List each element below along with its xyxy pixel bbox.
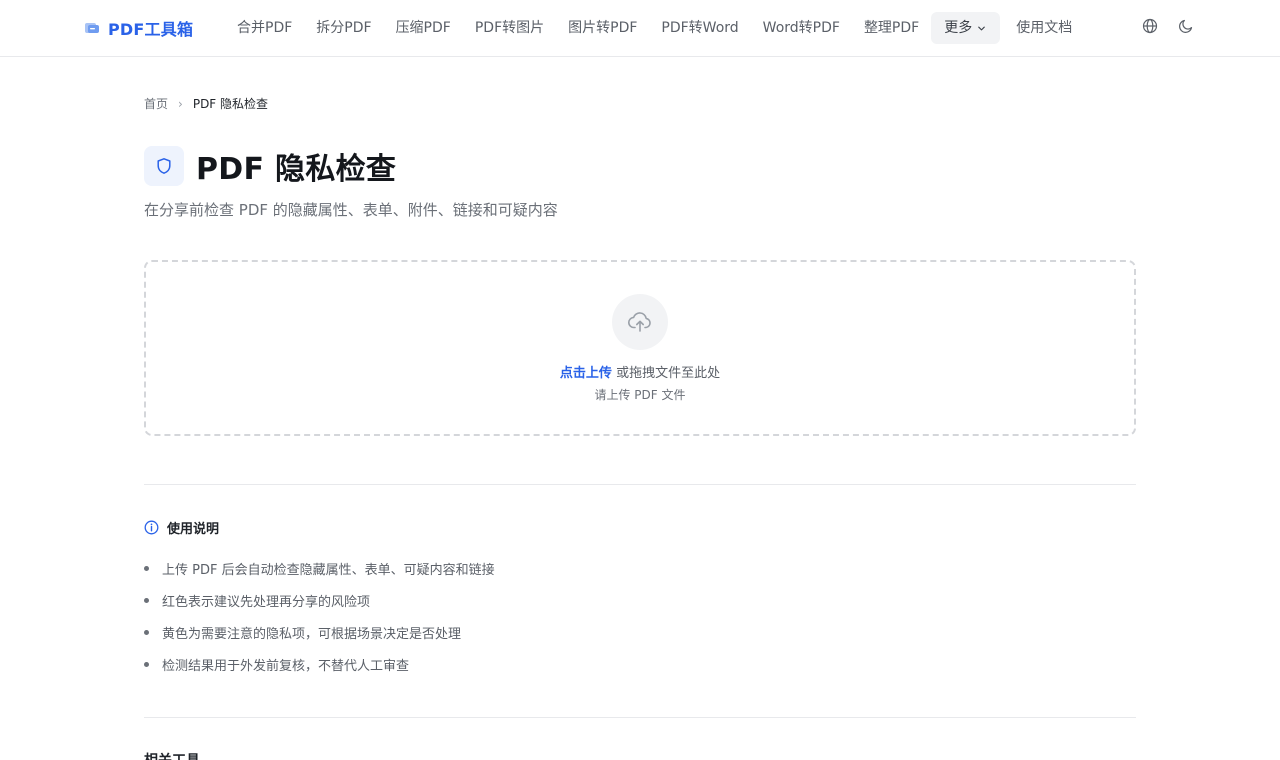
upload-hint: 请上传 PDF 文件 — [594, 388, 686, 402]
usage-item-text: 黄色为需要注意的隐私项，可根据场景决定是否处理 — [162, 626, 462, 642]
breadcrumb-home[interactable]: 首页 — [144, 95, 168, 112]
page-subtitle: 在分享前检查 PDF 的隐藏属性、表单、附件、链接和可疑内容 — [144, 201, 558, 219]
page-title: PDF 隐私检查 — [196, 152, 397, 187]
main-nav: 合并PDF 拆分PDF 压缩PDF PDF转图片 图片转PDF PDF转Word… — [225, 12, 1084, 44]
title-badge — [144, 146, 184, 186]
nav-item-organize[interactable]: 整理PDF — [852, 12, 931, 44]
upload-instruction: 点击上传 或拖拽文件至此处 — [146, 362, 1134, 381]
bullet — [144, 597, 149, 603]
related-tools-title: 相关工具 — [144, 750, 200, 760]
nav-item-docs[interactable]: 使用文档 — [1004, 12, 1084, 44]
bullet — [144, 565, 149, 571]
breadcrumb-current: PDF 隐私检查 — [192, 97, 269, 111]
list-item: 上传 PDF 后会自动检查隐藏属性、表单、可疑内容和链接 — [144, 552, 495, 584]
nav-item-pdf-to-word[interactable]: PDF转Word — [649, 12, 750, 44]
list-item: 检测结果用于外发前复核，不替代人工审查 — [144, 648, 495, 680]
nav-item-merge[interactable]: 合并PDF — [225, 12, 304, 44]
nav-item-word-to-pdf[interactable]: Word转PDF — [751, 12, 852, 44]
nav-item-compress[interactable]: 压缩PDF — [384, 12, 463, 44]
usage-header: 使用说明 — [144, 518, 219, 537]
breadcrumb: 首页 › PDF 隐私检查 — [144, 95, 268, 112]
nav-more-label: 更多 — [944, 20, 973, 36]
title-row: PDF 隐私检查 — [144, 144, 396, 188]
moon-icon[interactable] — [1178, 18, 1194, 34]
top-navbar: PDF工具箱 合并PDF 拆分PDF 压缩PDF PDF转图片 图片转PDF P… — [0, 0, 1280, 57]
chevron-down-icon — [978, 26, 986, 30]
section-divider — [144, 484, 1136, 485]
nav-item-image-to-pdf[interactable]: 图片转PDF — [556, 12, 649, 44]
usage-list: 上传 PDF 后会自动检查隐藏属性、表单、可疑内容和链接 红色表示建议先处理再分… — [144, 552, 495, 680]
nav-item-split[interactable]: 拆分PDF — [304, 12, 383, 44]
upload-icon-circle — [612, 294, 668, 350]
usage-item-text: 检测结果用于外发前复核，不替代人工审查 — [162, 658, 410, 674]
header-actions — [1142, 18, 1194, 34]
bullet — [144, 661, 149, 667]
breadcrumb-separator: › — [178, 96, 183, 111]
shield-icon — [157, 158, 171, 174]
nav-item-pdf-to-image[interactable]: PDF转图片 — [463, 12, 556, 44]
info-icon — [144, 520, 159, 535]
usage-item-text: 红色表示建议先处理再分享的风险项 — [162, 594, 371, 610]
upload-link[interactable]: 点击上传 — [560, 366, 612, 381]
usage-title: 使用说明 — [167, 522, 220, 537]
nav-more-dropdown[interactable]: 更多 — [931, 12, 1001, 44]
upload-dropzone[interactable]: 点击上传 或拖拽文件至此处 请上传 PDF 文件 — [144, 260, 1136, 436]
upload-drag-text: 或拖拽文件至此处 — [611, 366, 721, 381]
cloud-upload-icon — [628, 312, 651, 332]
usage-item-text: 上传 PDF 后会自动检查隐藏属性、表单、可疑内容和链接 — [162, 562, 495, 578]
logo-icon — [85, 23, 99, 33]
section-divider — [144, 717, 1136, 718]
bullet — [144, 629, 149, 635]
list-item: 红色表示建议先处理再分享的风险项 — [144, 584, 495, 616]
brand-name: PDF工具箱 — [108, 20, 194, 39]
brand[interactable]: PDF工具箱 — [84, 16, 193, 40]
globe-icon[interactable] — [1142, 18, 1158, 34]
list-item: 黄色为需要注意的隐私项，可根据场景决定是否处理 — [144, 616, 495, 648]
